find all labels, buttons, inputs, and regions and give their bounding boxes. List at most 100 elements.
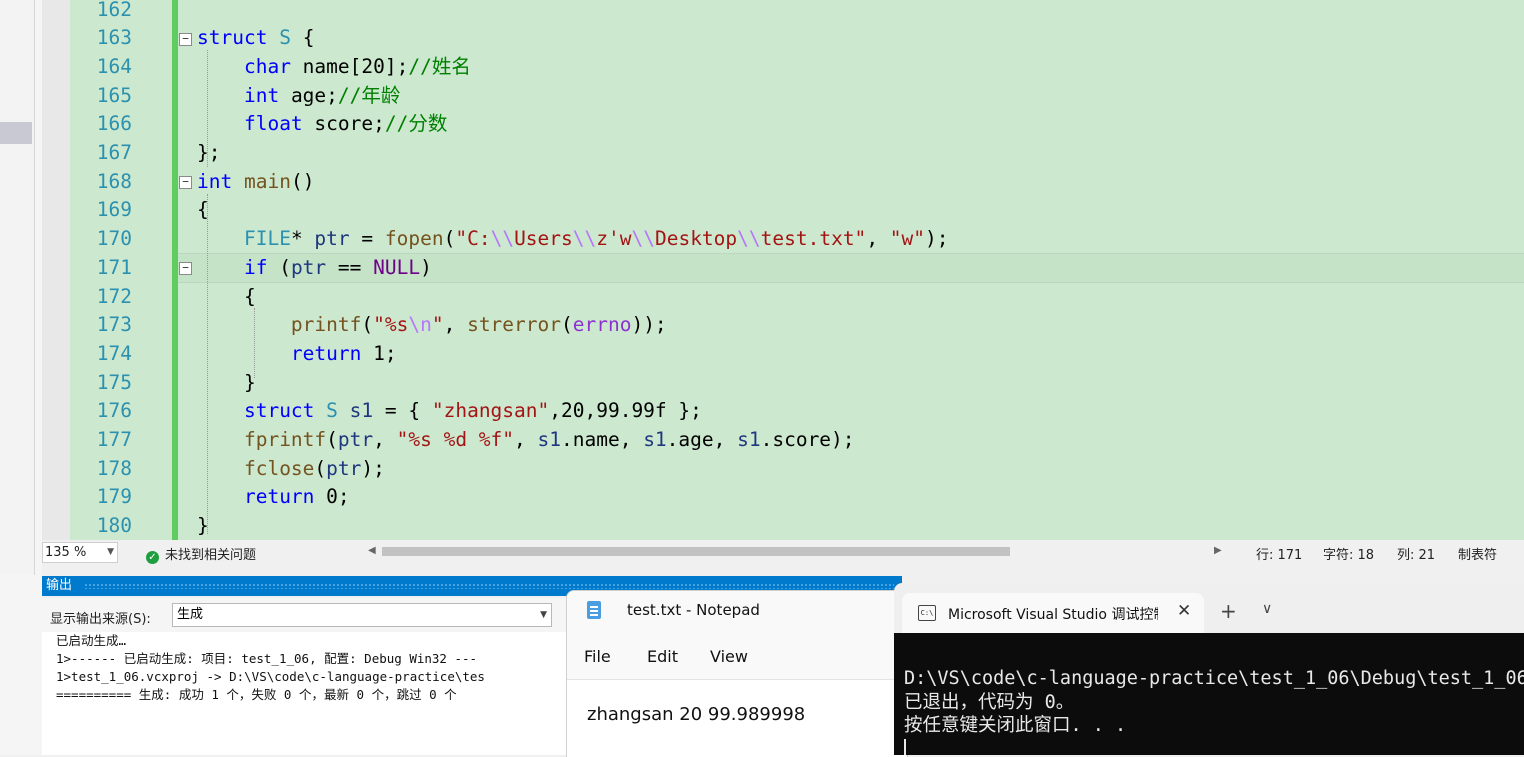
code-token: ) [420, 255, 432, 279]
output-line: 已启动生成… [56, 633, 127, 648]
code-text: printf("%s\n", strerror(errno)); [197, 311, 667, 340]
notepad-text-area[interactable]: zhangsan 20 99.989998 [567, 679, 907, 757]
notepad-title: test.txt - Notepad [627, 601, 760, 619]
code-line[interactable]: 173 printf("%s\n", strerror(errno)); [42, 311, 1524, 340]
code-token: struct [243, 399, 315, 423]
code-text: { [197, 196, 209, 225]
side-panel-selected-item[interactable] [0, 122, 32, 144]
code-line[interactable]: 166 float score;//分数 [42, 110, 1524, 139]
code-line[interactable]: 164 char name[20];//姓名 [42, 53, 1524, 82]
code-token: , [866, 227, 890, 251]
char-indicator[interactable]: 字符: 18 [1323, 544, 1374, 563]
terminal-tab[interactable]: C:\ Microsoft Visual Studio 调试控制台 ✕ [902, 593, 1204, 633]
code-text: } [197, 369, 256, 398]
titlebar-grip [84, 583, 894, 589]
code-line[interactable]: 171 if (ptr == NULL) [42, 254, 1524, 283]
code-token: return [243, 485, 315, 509]
code-token: ( [326, 428, 338, 451]
menu-edit[interactable]: Edit [647, 647, 678, 666]
issues-text: 未找到相关问题 [165, 548, 257, 563]
code-token: \\ [572, 227, 597, 251]
line-number: 170 [96, 227, 132, 251]
code-token: == [326, 255, 374, 279]
code-token: s1 [349, 399, 374, 423]
zoom-dropdown[interactable]: 135 % ▼ [42, 542, 118, 563]
zoom-value: 135 % [45, 545, 87, 560]
line-number: 171 [96, 255, 132, 279]
code-token: ( [267, 255, 291, 279]
issues-indicator[interactable]: ✓ 未找到相关问题 [146, 544, 256, 564]
row-indicator[interactable]: 行: 171 [1256, 544, 1302, 563]
tab-indicator[interactable]: 制表符 [1458, 544, 1497, 563]
code-line[interactable]: 163 struct S { [42, 24, 1524, 53]
output-line: ========== 生成: 成功 1 个，失败 0 个，最新 0 个，跳过 0… [56, 687, 457, 702]
code-token: \\ [737, 227, 761, 251]
output-toolbar: 显示输出来源(S): 生成 ▼ [42, 598, 572, 632]
code-token: ( [561, 313, 573, 337]
code-token: .score); [760, 428, 855, 451]
code-token: main [243, 169, 291, 193]
code-editor[interactable]: − − − 162 163 struct S {164 char name[20];… [42, 0, 1524, 540]
new-tab-icon[interactable]: + [1220, 601, 1237, 621]
code-token: struct [197, 26, 268, 50]
code-line[interactable]: 170 FILE* ptr = fopen("C:\\Users\\z'w\\D… [42, 225, 1524, 254]
code-text: int age;//年龄 [197, 82, 400, 111]
code-line[interactable]: 172 { [42, 283, 1524, 312]
chevron-down-icon[interactable]: ∨ [1262, 601, 1272, 617]
scroll-left-icon[interactable]: ◀ [368, 545, 376, 556]
code-token: { [197, 284, 256, 308]
code-line[interactable]: 179 return 0; [42, 483, 1524, 512]
code-token: ptr [314, 227, 350, 251]
code-token: \n [408, 313, 432, 337]
menu-view[interactable]: View [710, 647, 748, 666]
scroll-right-icon[interactable]: ▶ [1214, 545, 1222, 556]
code-line[interactable]: 177 fprintf(ptr, "%s %d %f", s1.name, s1… [42, 426, 1524, 455]
code-line[interactable]: 167}; [42, 139, 1524, 168]
code-token: ); [361, 456, 385, 480]
col-indicator[interactable]: 列: 21 [1397, 544, 1435, 563]
code-line[interactable]: 165 int age;//年龄 [42, 82, 1524, 111]
code-token: strerror [467, 313, 561, 337]
code-line[interactable]: 169 { [42, 196, 1524, 225]
code-token: ( [361, 313, 374, 337]
line-number: 180 [96, 514, 132, 538]
code-line[interactable]: 174 return 1; [42, 340, 1524, 369]
code-token: test.txt" [760, 227, 867, 251]
output-panel-title: 输出 [42, 578, 79, 593]
output-text-area[interactable]: 已启动生成… 1>------ 已启动生成: 项目: test_1_06, 配置… [42, 632, 572, 755]
notepad-window[interactable]: test.txt - Notepad File Edit View zhangs… [566, 590, 908, 757]
solution-explorer-edge [0, 0, 42, 755]
code-token: name[20]; [290, 54, 409, 78]
code-line[interactable]: 175 } [42, 369, 1524, 398]
code-text: return 0; [197, 483, 350, 512]
code-line[interactable]: 176 struct S s1 = { "zhangsan",20,99.99f… [42, 397, 1524, 426]
code-token: }; [197, 141, 221, 164]
output-source-select[interactable]: 生成 ▼ [172, 603, 552, 627]
line-number: 167 [96, 141, 132, 164]
code-line[interactable]: 178 fclose(ptr); [42, 455, 1524, 484]
code-token: 1; [361, 341, 397, 365]
code-token: * [290, 227, 315, 251]
debug-console-window[interactable]: C:\ Microsoft Visual Studio 调试控制台 ✕ + ∨ … [894, 583, 1524, 755]
editor-status-bar: 135 % ▼ ✓ 未找到相关问题 ◀ ▶ 行: 171 字符: 18 列: 21 … [42, 540, 1524, 564]
horizontal-scrollbar-thumb[interactable] [382, 547, 1010, 556]
code-line[interactable]: 168 int main() [42, 168, 1524, 197]
notepad-icon [587, 601, 601, 619]
code-token: ( [314, 456, 327, 480]
code-token: errno [572, 313, 632, 337]
code-line[interactable]: 180} [42, 512, 1524, 540]
line-number: 162 [96, 0, 132, 21]
line-number: 179 [96, 485, 132, 509]
menu-file[interactable]: File [584, 647, 611, 666]
close-icon[interactable]: ✕ [1177, 601, 1191, 621]
code-line[interactable]: 162 [42, 0, 1524, 24]
check-circle-icon: ✓ [146, 551, 159, 564]
